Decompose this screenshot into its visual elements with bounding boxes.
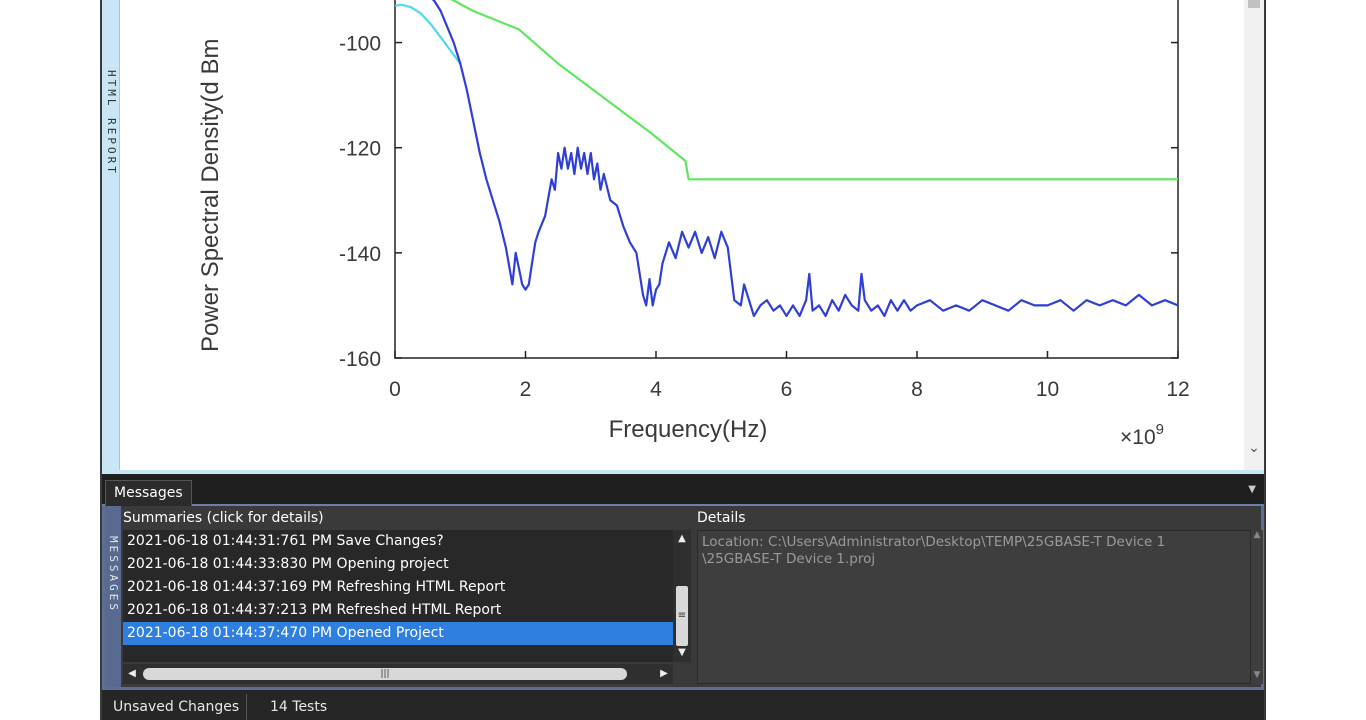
html-report-sidetab[interactable]: HTML REPORT <box>102 0 120 474</box>
psd-chart: 0 2 4 6 8 10 12 -160 -140 -120 -100 Power Spectral… <box>197 0 1190 449</box>
details-vertical-scrollbar[interactable]: ▲ ▼ <box>1251 530 1263 684</box>
series-line-0 <box>450 0 1178 181</box>
details-text: Location: C:\Users\Administrator\Desktop… <box>697 530 1251 684</box>
x-tick-label: 4 <box>650 378 662 401</box>
x-axis-multiplier: ×109 <box>1120 421 1164 449</box>
list-item[interactable]: 2021-06-18 01:44:33:830 PM Opening proje… <box>123 553 673 576</box>
summaries-header: Summaries (click for details) <box>123 510 324 526</box>
x-tick-label: 0 <box>389 378 401 401</box>
report-content: 0 2 4 6 8 10 12 -160 -140 -120 -100 Power Spectral… <box>120 0 1244 470</box>
grip-icon[interactable]: ≡ <box>676 586 688 646</box>
x-tick-label: 10 <box>1036 378 1059 401</box>
status-bar: Unsaved Changes 14 Tests <box>102 690 1264 720</box>
summaries-horizontal-scrollbar[interactable]: ◀ ||| ▶ <box>123 664 673 684</box>
application-window: HTML REPORT 0 2 4 6 8 10 12 -160 -140 -120 -100 Po… <box>100 0 1266 720</box>
messages-sidetab[interactable]: MESSAGES <box>105 506 121 687</box>
y-tick-label: -120 <box>339 138 381 161</box>
scroll-down-icon[interactable]: ▼ <box>673 644 691 662</box>
list-item[interactable]: 2021-06-18 01:44:31:761 PM Save Changes? <box>123 530 673 553</box>
list-item[interactable]: 2021-06-18 01:44:37:169 PM Refreshing HT… <box>123 576 673 599</box>
html-report-pane: HTML REPORT 0 2 4 6 8 10 12 -160 -140 -120 -100 Po… <box>102 0 1264 474</box>
grip-icon[interactable]: ||| <box>143 668 627 680</box>
details-line: \25GBASE-T Device 1.proj <box>702 551 876 567</box>
html-report-sidetab-label: HTML REPORT <box>105 70 118 176</box>
list-item[interactable]: 2021-06-18 01:44:37:213 PM Refreshed HTM… <box>123 599 673 622</box>
y-tick-label: -160 <box>339 348 381 371</box>
messages-tabbar: Messages ▼ <box>102 474 1264 506</box>
caret-down-icon[interactable]: ▼ <box>1248 484 1256 495</box>
status-test-count: 14 Tests <box>270 699 328 715</box>
status-unsaved-changes: Unsaved Changes <box>106 694 248 720</box>
x-tick-label: 12 <box>1166 378 1189 401</box>
scroll-up-icon[interactable]: ▲ <box>673 530 691 548</box>
y-tick-label: -140 <box>339 243 381 266</box>
series-line-2 <box>431 0 1179 317</box>
x-tick-label: 2 <box>520 378 532 401</box>
report-scroll-thumb[interactable] <box>1248 0 1260 8</box>
details-line: Location: C:\Users\Administrator\Desktop… <box>702 534 1166 550</box>
list-item-selected[interactable]: 2021-06-18 01:44:37:470 PM Opened Projec… <box>123 622 673 645</box>
x-axis-multiplier-exponent: 9 <box>1156 421 1164 438</box>
messages-sidetab-label: MESSAGES <box>107 536 120 613</box>
messages-panel: MESSAGES Summaries (click for details) 2… <box>102 506 1264 690</box>
details-header: Details <box>697 510 746 526</box>
y-axis-label: Power Spectral Density(d Bm <box>197 39 224 352</box>
report-vertical-scrollbar[interactable]: ⌄ <box>1244 0 1264 470</box>
chevron-down-icon[interactable]: ⌄ <box>1244 438 1264 458</box>
scroll-down-icon[interactable]: ▼ <box>1251 670 1263 680</box>
summaries-vertical-scrollbar[interactable]: ▲ ≡ ▼ <box>673 530 691 662</box>
x-tick-label: 6 <box>781 378 793 401</box>
x-axis-label: Frequency(Hz) <box>609 416 768 443</box>
x-tick-label: 8 <box>911 378 923 401</box>
scroll-right-icon[interactable]: ▶ <box>655 664 673 684</box>
tab-messages[interactable]: Messages <box>105 480 192 506</box>
summaries-list: 2021-06-18 01:44:31:761 PM Save Changes?… <box>123 530 673 662</box>
scroll-left-icon[interactable]: ◀ <box>123 664 141 684</box>
scroll-up-icon[interactable]: ▲ <box>1251 530 1263 540</box>
y-tick-label: -100 <box>339 33 381 56</box>
